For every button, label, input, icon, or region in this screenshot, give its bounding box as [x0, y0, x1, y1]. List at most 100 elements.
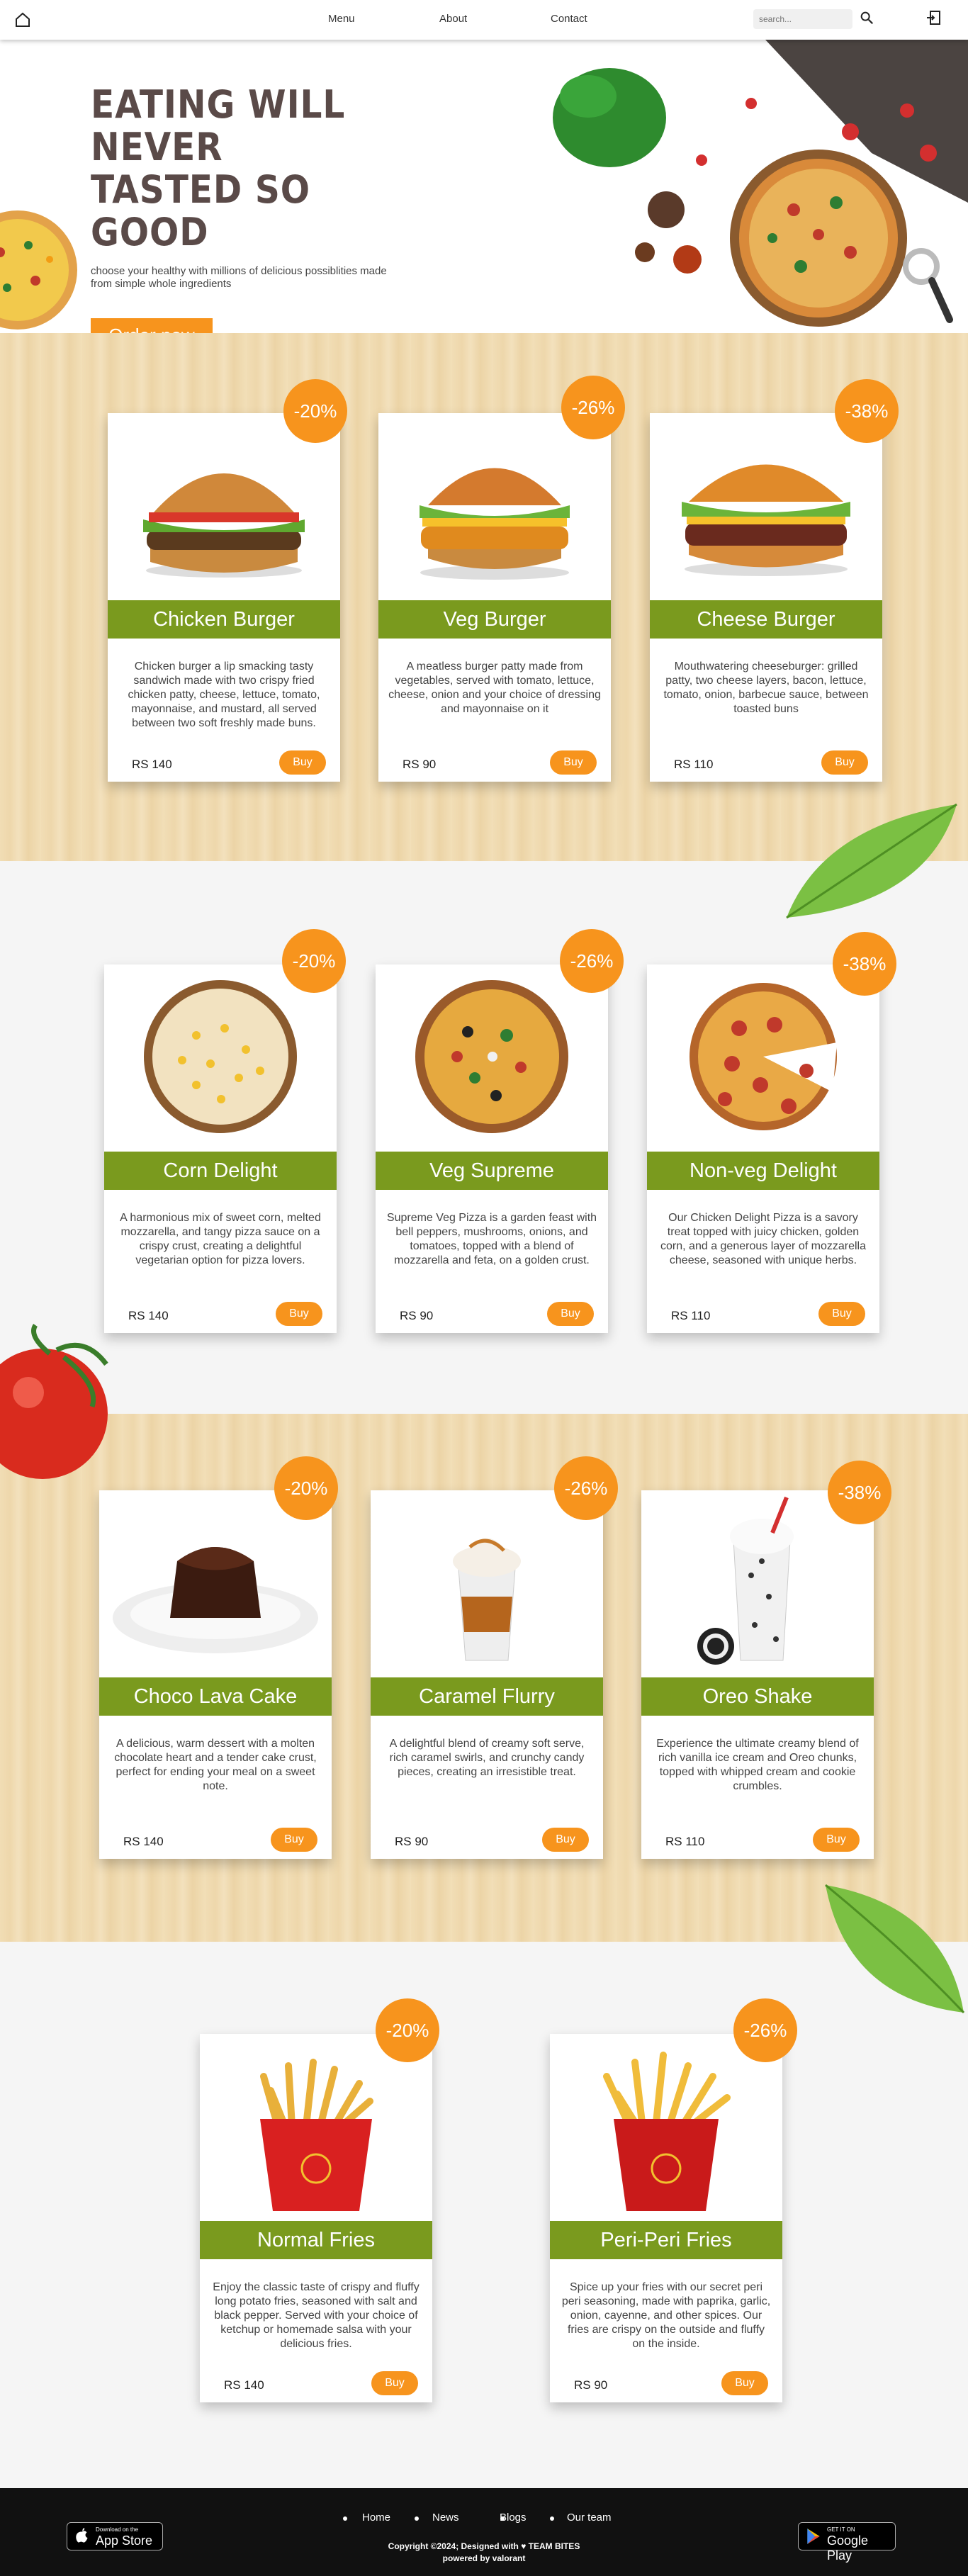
bullet-icon — [415, 2516, 419, 2521]
card-price: RS 90 — [400, 1309, 434, 1322]
menu-card: Non-veg Delight Our Chicken Delight Pizz… — [647, 964, 879, 1333]
hero-subtitle: choose your healthy with millions of del… — [91, 265, 387, 290]
buy-button[interactable]: Buy — [721, 2371, 768, 2395]
discount-badge: -20% — [376, 1998, 439, 2062]
buy-button[interactable]: Buy — [550, 750, 597, 775]
card-price: RS 110 — [665, 1835, 705, 1848]
cheese-burger-image — [682, 464, 850, 576]
buy-button[interactable]: Buy — [271, 1828, 317, 1852]
top-nav: Menu About Contact — [0, 0, 968, 40]
footer-link-blogs[interactable]: Blogs — [500, 2512, 527, 2524]
buy-button[interactable]: Buy — [547, 1302, 594, 1326]
card-price: RS 90 — [574, 2378, 608, 2392]
fries-section: Normal Fries Enjoy the classic taste of … — [0, 1884, 968, 2488]
discount-badge: -38% — [828, 1461, 891, 1524]
card-title: Chicken Burger — [108, 600, 340, 639]
card-description: A delightful blend of creamy soft serve,… — [389, 1738, 585, 1778]
card-description: A delicious, warm dessert with a molten … — [114, 1738, 317, 1792]
caramel-flurry-image — [453, 1538, 521, 1661]
card-price: RS 110 — [674, 758, 714, 771]
buy-button[interactable]: Buy — [542, 1828, 589, 1852]
search-input[interactable] — [753, 9, 852, 29]
card-title: Veg Burger — [378, 600, 611, 639]
footer-link-home[interactable]: Home — [362, 2512, 390, 2524]
footer-link-news[interactable]: News — [432, 2512, 459, 2524]
home-icon[interactable] — [14, 11, 31, 28]
buy-button[interactable]: Buy — [821, 750, 868, 775]
card-description: A harmonious mix of sweet corn, melted m… — [120, 1212, 321, 1266]
peri-peri-fries-image — [603, 2052, 731, 2211]
discount-badge: -26% — [733, 1998, 797, 2062]
card-description: Spice up your fries with our secret peri… — [561, 2281, 771, 2350]
corn-delight-image — [144, 980, 297, 1133]
card-title: Peri-Peri Fries — [550, 2221, 782, 2259]
card-description: Supreme Veg Pizza is a garden feast with… — [386, 1212, 597, 1266]
card-price: RS 110 — [671, 1309, 711, 1322]
veg-supreme-image — [415, 980, 568, 1133]
menu-card: Caramel Flurry A delightful blend of cre… — [371, 1490, 603, 1859]
discount-badge: -26% — [561, 376, 625, 439]
card-description: A meatless burger patty made from vegeta… — [388, 660, 601, 715]
card-title: Caramel Flurry — [371, 1677, 603, 1716]
hero-section: EATING WILL NEVER TASTED SO GOOD choose … — [0, 40, 968, 333]
basil-leaf-image — [786, 803, 957, 919]
buy-button[interactable]: Buy — [279, 750, 326, 775]
normal-fries-image — [260, 2059, 373, 2211]
nav-link-about[interactable]: About — [439, 13, 467, 25]
card-price: RS 140 — [128, 1309, 169, 1322]
menu-card: Corn Delight A harmonious mix of sweet c… — [104, 964, 337, 1333]
powered-by-text: powered by valorant — [442, 2553, 526, 2563]
discount-badge: -38% — [833, 932, 896, 996]
buy-button[interactable]: Buy — [371, 2371, 418, 2395]
non-veg-delight-image — [690, 983, 837, 1130]
card-title: Corn Delight — [104, 1152, 337, 1190]
hero-title: EATING WILL NEVER TASTED SO GOOD — [91, 82, 346, 254]
dessert-section: Choco Lava Cake A delicious, warm desser… — [0, 1414, 968, 1942]
card-price: RS 90 — [403, 758, 437, 771]
card-description: Our Chicken Delight Pizza is a savory tr… — [660, 1212, 866, 1266]
google-play-label: Google Play — [827, 2533, 869, 2563]
login-icon[interactable] — [925, 9, 942, 26]
buy-button[interactable]: Buy — [813, 1828, 860, 1852]
nav-link-menu[interactable]: Menu — [328, 13, 355, 25]
menu-card: Choco Lava Cake A delicious, warm desser… — [99, 1490, 332, 1859]
footer-link-our-team[interactable]: Our team — [567, 2512, 612, 2524]
bullet-icon — [343, 2516, 347, 2521]
card-price: RS 140 — [123, 1835, 164, 1848]
burger-section: Chicken Burger Chicken burger a lip smac… — [0, 333, 968, 861]
bullet-icon — [550, 2516, 554, 2521]
discount-badge: -20% — [274, 1456, 338, 1520]
app-store-small-text: Download on the — [96, 2526, 139, 2533]
menu-card: Cheese Burger Mouthwatering cheeseburger… — [650, 413, 882, 782]
menu-card: Normal Fries Enjoy the classic taste of … — [200, 2034, 432, 2402]
buy-button[interactable]: Buy — [818, 1302, 865, 1326]
order-now-button[interactable]: Order now — [91, 318, 213, 333]
card-title: Cheese Burger — [650, 600, 882, 639]
pizza-section: Corn Delight A harmonious mix of sweet c… — [0, 803, 968, 1479]
menu-card: Oreo Shake Experience the ultimate cream… — [641, 1490, 874, 1859]
card-description: Chicken burger a lip smacking tasty sand… — [128, 660, 320, 729]
discount-badge: -38% — [835, 379, 899, 443]
discount-badge: -20% — [282, 929, 346, 993]
basil-leaf-image — [825, 1884, 965, 2014]
menu-card: Veg Burger A meatless burger patty made … — [378, 413, 611, 782]
card-title: Oreo Shake — [641, 1677, 874, 1716]
discount-badge: -20% — [283, 379, 347, 443]
card-description: Mouthwatering cheeseburger: grilled patt… — [663, 660, 869, 715]
card-title: Normal Fries — [200, 2221, 432, 2259]
card-price: RS 140 — [132, 758, 172, 771]
veg-burger-image — [420, 468, 570, 580]
oreo-shake-image — [697, 1496, 794, 1665]
discount-badge: -26% — [560, 929, 624, 993]
buy-button[interactable]: Buy — [276, 1302, 322, 1326]
discount-badge: -26% — [554, 1456, 618, 1520]
card-title: Choco Lava Cake — [99, 1677, 332, 1716]
google-play-icon — [807, 2529, 820, 2544]
hero-pizza-image — [553, 40, 968, 327]
search-icon[interactable] — [859, 10, 874, 26]
menu-card: Veg Supreme Supreme Veg Pizza is a garde… — [376, 964, 608, 1333]
card-price: RS 140 — [224, 2378, 264, 2392]
menu-card: Chicken Burger Chicken burger a lip smac… — [108, 413, 340, 782]
google-play-badge[interactable]: GET IT ON Google Play — [798, 2522, 896, 2563]
nav-link-contact[interactable]: Contact — [551, 13, 587, 25]
